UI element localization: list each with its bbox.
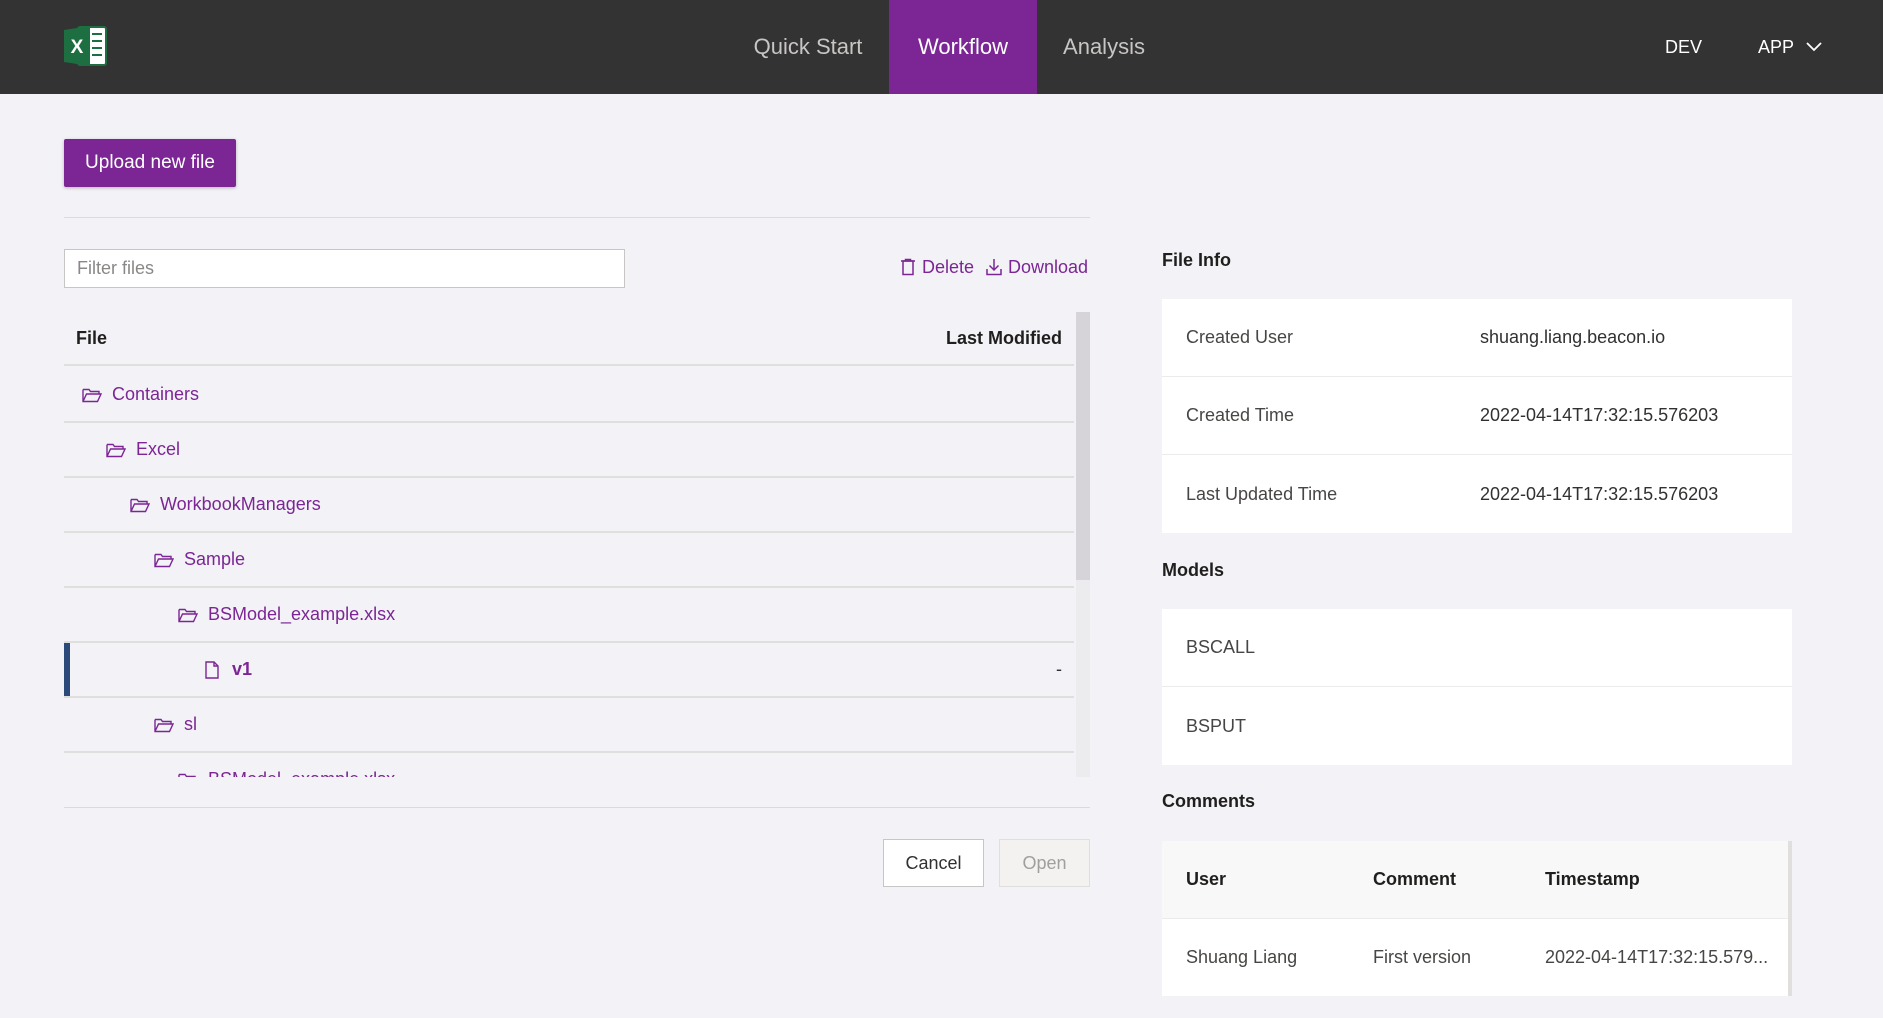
comments-title: Comments [1162, 791, 1256, 811]
app-menu[interactable]: APP [1758, 0, 1822, 94]
model-item[interactable]: BSCALL [1162, 609, 1792, 687]
comment-text: First version [1373, 947, 1472, 967]
folder-row[interactable]: sl [64, 698, 1074, 753]
divider-top [64, 217, 1090, 218]
info-label: Created User [1186, 327, 1294, 347]
file-info-title: File Info [1162, 250, 1231, 270]
folder-row[interactable]: Excel [64, 423, 1074, 478]
folder-row[interactable]: WorkbookManagers [64, 478, 1074, 533]
tree-item-label: WorkbookManagers [160, 494, 321, 514]
tree-item-label: BSModel_example.xlsx [208, 604, 396, 624]
models-card: BSCALL BSPUT [1162, 609, 1792, 765]
models-title: Models [1162, 560, 1225, 580]
last-modified-value: - [1056, 659, 1062, 679]
comments-header: User Comment Timestamp [1162, 841, 1788, 919]
tab-workflow[interactable]: Workflow [889, 0, 1037, 94]
tree-item[interactable]: sl [154, 698, 197, 751]
tree-item-label: Sample [184, 549, 246, 569]
divider-bottom [64, 807, 1090, 808]
tree-item-label: v1 [232, 659, 253, 679]
tab-quick-start[interactable]: Quick Start [730, 0, 886, 94]
tree-item[interactable]: Excel [106, 423, 180, 476]
top-nav-bar: X Quick Start Workflow Analysis DEV APP [0, 0, 1883, 94]
folder-row[interactable]: Containers [64, 368, 1074, 423]
table-header: File Last Modified [64, 312, 1074, 366]
comment-timestamp: 2022-04-14T17:32:15.579... [1545, 947, 1769, 967]
tree-item-label: Containers [112, 384, 200, 404]
info-row-last-updated-time: Last Updated Time 2022-04-14T17:32:15.57… [1162, 455, 1792, 533]
tree-item-label: BSModel_example.xlsx [208, 769, 395, 777]
trash-icon [901, 258, 915, 276]
excel-logo-icon: X [62, 24, 108, 68]
delete-label: Delete [922, 257, 975, 277]
folder-open-icon [154, 716, 174, 734]
tree-item[interactable]: BSModel_example.xlsx [178, 588, 395, 641]
file-icon [202, 660, 222, 679]
tree-item[interactable]: v1 [202, 643, 252, 696]
file-row[interactable]: v1 - [64, 643, 1074, 698]
tree-item[interactable]: Containers [82, 368, 199, 421]
info-value: 2022-04-14T17:32:15.576203 [1480, 405, 1719, 425]
file-tree-table: File Last Modified Containers Excel Workbo… [64, 312, 1090, 777]
filter-files-input[interactable] [64, 249, 625, 288]
model-name: BSPUT [1186, 715, 1247, 736]
tree-item-label: Excel [136, 439, 181, 459]
scrollbar-thumb[interactable] [1076, 312, 1090, 580]
info-row-created-time: Created Time 2022-04-14T17:32:15.576203 [1162, 377, 1792, 455]
column-header-last-modified: Last Modified [946, 328, 1062, 348]
app-menu-label: APP [1758, 37, 1795, 57]
column-header-timestamp: Timestamp [1545, 869, 1640, 889]
folder-open-icon [178, 606, 198, 624]
folder-open-icon [178, 771, 198, 777]
file-info-card: Created User shuang.liang.beacon.io Crea… [1162, 299, 1792, 533]
folder-row[interactable]: Sample [64, 533, 1074, 588]
folder-open-icon [82, 386, 102, 404]
selection-indicator [64, 643, 70, 696]
tree-item[interactable]: Sample [154, 533, 245, 586]
info-label: Created Time [1186, 405, 1295, 425]
model-item[interactable]: BSPUT [1162, 687, 1792, 765]
tree-item[interactable]: BSModel_example.xlsx [178, 753, 395, 777]
tree-item[interactable]: WorkbookManagers [130, 478, 321, 531]
folder-open-icon [106, 441, 126, 459]
chevron-down-icon [1806, 42, 1822, 52]
folder-row[interactable]: BSModel_example.xlsx [64, 588, 1074, 643]
column-header-user: User [1186, 869, 1227, 889]
comment-user: Shuang Liang [1186, 947, 1298, 967]
cancel-button[interactable]: Cancel [883, 839, 984, 887]
download-label: Download [1008, 257, 1089, 277]
info-label: Last Updated Time [1186, 483, 1338, 504]
tree-item-label: sl [184, 714, 197, 734]
info-value: 2022-04-14T17:32:15.576203 [1480, 483, 1719, 504]
upload-new-file-button[interactable]: Upload new file [64, 139, 236, 187]
info-value: shuang.liang.beacon.io [1480, 327, 1666, 347]
folder-open-icon [130, 496, 150, 514]
info-row-created-user: Created User shuang.liang.beacon.io [1162, 299, 1792, 377]
download-button[interactable]: Download [986, 252, 1088, 282]
download-icon [986, 259, 1002, 276]
folder-open-icon [154, 551, 174, 569]
model-name: BSCALL [1186, 637, 1256, 657]
svg-text:X: X [71, 37, 84, 58]
env-label: DEV [1665, 37, 1703, 57]
tab-analysis[interactable]: Analysis [1037, 0, 1171, 94]
folder-row[interactable]: BSModel_example.xlsx [64, 753, 1074, 777]
delete-button[interactable]: Delete [900, 252, 974, 282]
open-button[interactable]: Open [999, 839, 1090, 887]
column-header-comment: Comment [1373, 869, 1457, 889]
column-header-file: File [76, 328, 108, 348]
comments-table: User Comment Timestamp Shuang Liang Firs… [1162, 841, 1792, 996]
